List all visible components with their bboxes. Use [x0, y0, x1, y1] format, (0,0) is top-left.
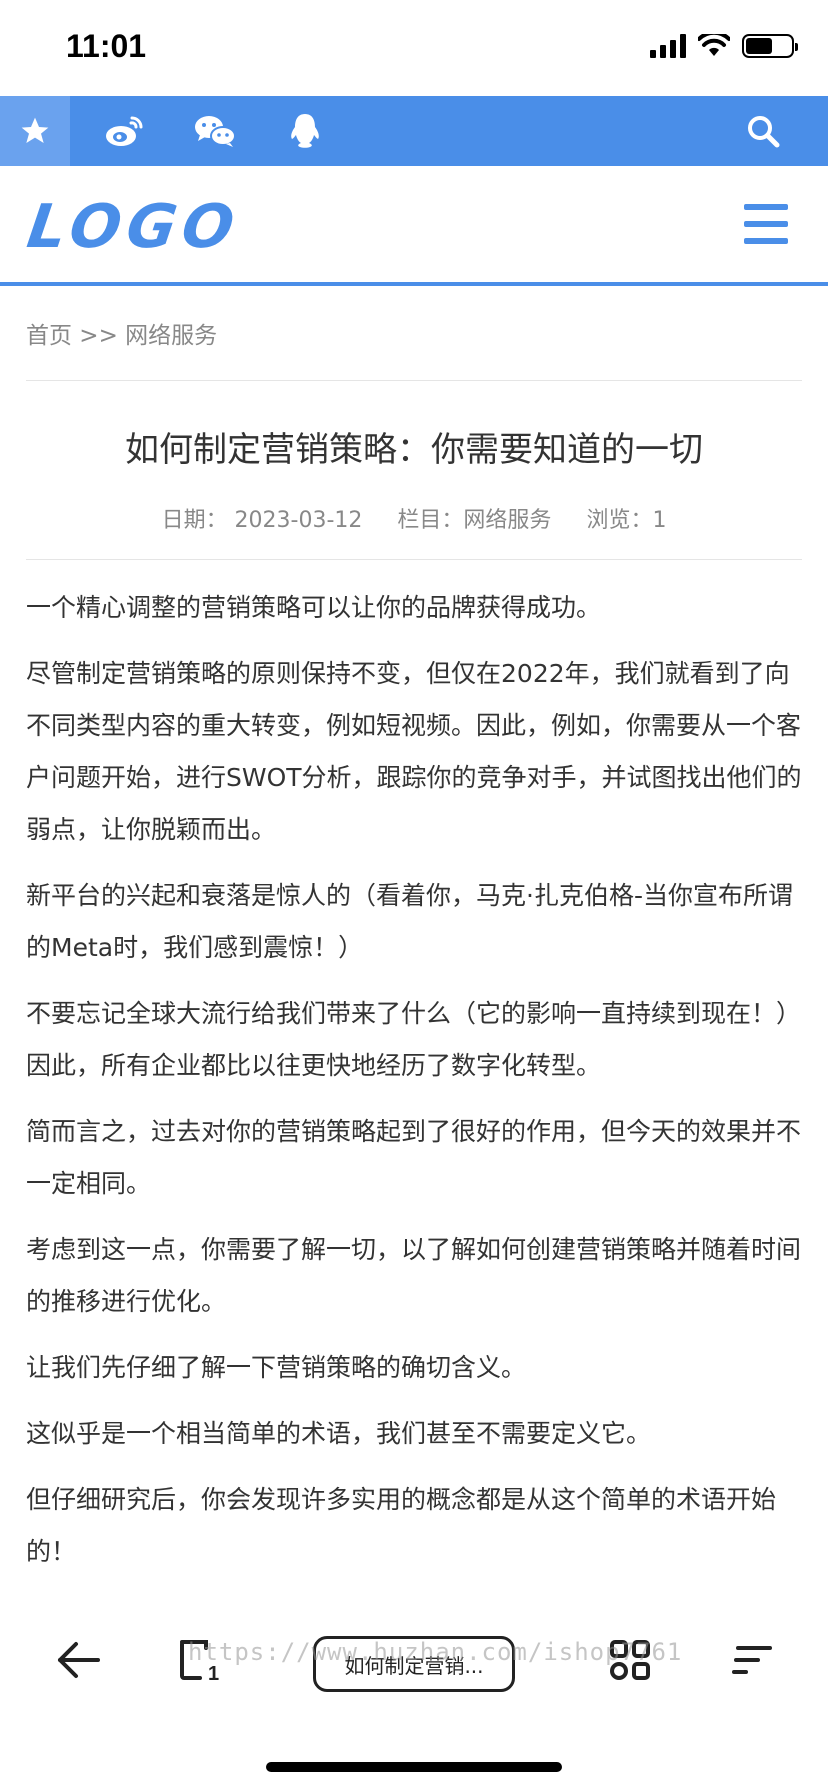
status-bar: 11:01	[0, 0, 828, 96]
star-icon	[21, 117, 49, 143]
article-paragraph: 这似乎是一个相当简单的术语，我们甚至不需要定义它。	[26, 1419, 652, 1448]
more-menu-button[interactable]	[722, 1630, 782, 1690]
qq-icon	[291, 114, 319, 148]
more-icon	[732, 1646, 772, 1674]
article-title: 如何制定营销策略：你需要知道的一切	[125, 430, 703, 470]
tabs-button[interactable]: 1	[170, 1630, 230, 1690]
battery-icon	[742, 34, 798, 58]
site-logo[interactable]: LOGO	[23, 192, 244, 262]
divider	[26, 380, 802, 381]
search-button[interactable]	[738, 96, 788, 166]
status-icons	[650, 34, 798, 58]
social-topbar	[0, 96, 828, 166]
browser-toolbar: 1 如何制定营销... https://www.huzhan.com/ishop…	[0, 1610, 828, 1720]
article-category: 栏目：网络服务	[397, 508, 552, 533]
search-icon	[748, 116, 780, 148]
tabs-icon: 1	[180, 1640, 219, 1682]
home-indicator[interactable]	[266, 1762, 562, 1772]
hamburger-icon-line	[744, 238, 788, 244]
site-header: LOGO	[0, 166, 828, 286]
hamburger-icon-line	[744, 204, 788, 210]
article-date: 日期： 2023-03-12	[161, 508, 363, 533]
article-views: 浏览：1	[586, 508, 667, 533]
article-paragraph: 但仔细研究后，你会发现许多实用的概念都是从这个简单的术语开始的！	[26, 1485, 777, 1566]
apps-button[interactable]	[600, 1630, 660, 1690]
signal-icon	[650, 34, 686, 58]
back-arrow-icon	[58, 1642, 100, 1678]
article-paragraph: 简而言之，过去对你的营销策略起到了很好的作用，但今天的效果并不一定相同。	[26, 1117, 802, 1198]
article-paragraph: 新平台的兴起和衰落是惊人的（看着你，马克·扎克伯格-当你宣布所谓的Meta时，我…	[26, 881, 793, 962]
qq-share-button[interactable]	[280, 96, 330, 166]
battery-level	[746, 38, 772, 54]
breadcrumb[interactable]: 首页 >> 网络服务	[26, 316, 217, 350]
article-paragraph: 尽管制定营销策略的原则保持不变，但仅在2022年，我们就看到了向不同类型内容的重…	[26, 659, 802, 844]
article-paragraph: 考虑到这一点，你需要了解一切，以了解如何创建营销策略并随着时间的推移进行优化。	[26, 1235, 802, 1316]
address-bar-button[interactable]: 如何制定营销...	[313, 1636, 515, 1692]
status-time: 11:01	[66, 28, 147, 64]
apps-icon	[610, 1640, 650, 1680]
weibo-icon	[106, 116, 143, 146]
back-button[interactable]	[48, 1630, 108, 1690]
hamburger-icon-line	[744, 221, 788, 227]
weibo-share-button[interactable]	[100, 96, 150, 166]
svg-text:1: 1	[208, 1663, 219, 1682]
article-meta: 日期： 2023-03-12 栏目：网络服务 浏览：1	[0, 502, 828, 534]
article-paragraph: 一个精心调整的营销策略可以让你的品牌获得成功。	[26, 593, 602, 622]
wechat-icon	[195, 116, 236, 147]
wifi-icon	[698, 34, 730, 56]
divider	[26, 559, 802, 560]
article-paragraph: 不要忘记全球大流行给我们带来了什么（它的影响一直持续到现在！）因此，所有企业都比…	[26, 999, 802, 1080]
article-content: 一个精心调整的营销策略可以让你的品牌获得成功。 尽管制定营销策略的原则保持不变，…	[26, 582, 802, 1592]
menu-button[interactable]	[744, 204, 788, 244]
wechat-share-button[interactable]	[190, 96, 240, 166]
article-paragraph: 让我们先仔细了解一下营销策略的确切含义。	[26, 1353, 527, 1382]
favorite-button[interactable]	[0, 96, 70, 166]
